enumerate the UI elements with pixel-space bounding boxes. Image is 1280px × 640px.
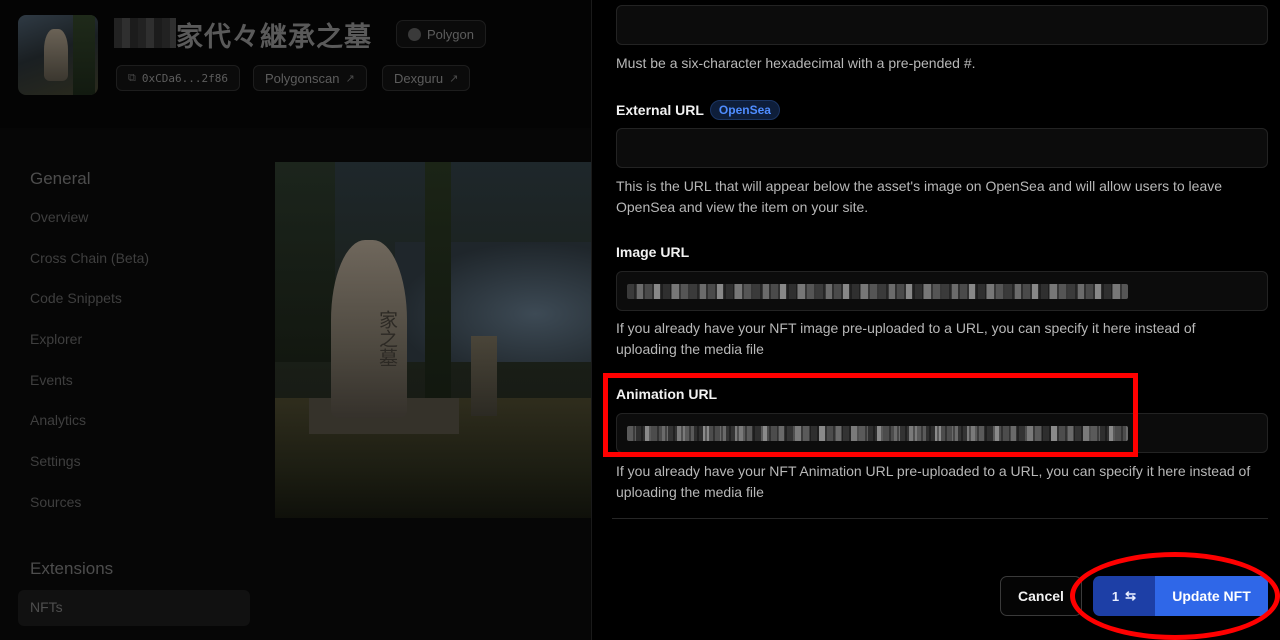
sidebar-heading-general: General xyxy=(30,169,91,188)
highlight-animation-url xyxy=(603,373,1138,457)
image-pine-left xyxy=(275,162,335,362)
opensea-badge: OpenSea xyxy=(709,100,780,120)
contract-address: 0xCDa6...2f86 xyxy=(141,71,228,85)
sidebar-item-sources[interactable]: Sources xyxy=(30,494,81,510)
image-url-help: If you already have your NFT image pre-u… xyxy=(616,320,1196,357)
redacted-image-url xyxy=(627,284,1128,299)
sidebar-item-nfts[interactable]: NFTs xyxy=(18,590,250,626)
nft-image: 家之墓 xyxy=(275,162,592,518)
polygonscan-label: Polygonscan xyxy=(265,70,340,86)
external-link-icon: ↗ xyxy=(345,72,355,85)
form-divider xyxy=(612,518,1268,519)
background-color-input[interactable] xyxy=(616,5,1268,45)
project-header: 家代々継承之墓 Polygon ⧉ 0xCDa6...2f86 Polygons… xyxy=(0,0,592,128)
network-label: Polygon xyxy=(427,26,474,42)
external-url-input[interactable] xyxy=(616,128,1268,168)
polygonscan-link[interactable]: Polygonscan ↗ xyxy=(253,65,367,91)
sidebar-item-events[interactable]: Events xyxy=(30,372,73,388)
external-url-label-text: External URL xyxy=(616,102,704,118)
network-badge: Polygon xyxy=(396,20,486,48)
dexguru-label: Dexguru xyxy=(394,70,444,86)
image-engraving: 家之墓 xyxy=(376,310,398,367)
thumbnail-stone xyxy=(44,29,68,81)
project-title: 家代々継承之墓 xyxy=(176,22,372,53)
sidebar-heading-extensions: Extensions xyxy=(30,559,114,578)
external-url-help: This is the URL that will appear below t… xyxy=(616,178,1223,215)
sidebar-item-explorer[interactable]: Explorer xyxy=(30,331,82,347)
contract-address-chip[interactable]: ⧉ 0xCDa6...2f86 xyxy=(116,65,240,91)
external-link-icon: ↗ xyxy=(449,72,459,85)
copy-icon: ⧉ xyxy=(128,71,136,84)
edit-nft-panel: Must be a six-character hexadecimal with… xyxy=(591,0,1280,640)
thumbnail-tree xyxy=(73,15,95,95)
external-url-label: External URL OpenSea xyxy=(616,100,780,120)
redacted-title-part xyxy=(114,18,176,48)
image-url-input[interactable] xyxy=(616,271,1268,311)
polygon-icon xyxy=(408,27,421,41)
image-stone-lantern xyxy=(471,336,497,416)
dexguru-link[interactable]: Dexguru ↗ xyxy=(382,65,471,91)
sidebar-item-cross-chain[interactable]: Cross Chain (Beta) xyxy=(30,250,149,266)
sidebar-item-settings[interactable]: Settings xyxy=(30,453,81,469)
animation-url-help: If you already have your NFT Animation U… xyxy=(616,463,1251,500)
background-page: 家代々継承之墓 Polygon ⧉ 0xCDa6...2f86 Polygons… xyxy=(0,0,592,640)
background-color-help: Must be a six-character hexadecimal with… xyxy=(616,55,976,71)
image-url-label: Image URL xyxy=(616,244,690,260)
sidebar-item-overview[interactable]: Overview xyxy=(30,209,88,225)
sidebar-item-code-snippets[interactable]: Code Snippets xyxy=(30,290,122,306)
sidebar-item-analytics[interactable]: Analytics xyxy=(30,412,86,428)
highlight-update-button xyxy=(1070,552,1280,640)
project-thumbnail xyxy=(18,15,98,95)
